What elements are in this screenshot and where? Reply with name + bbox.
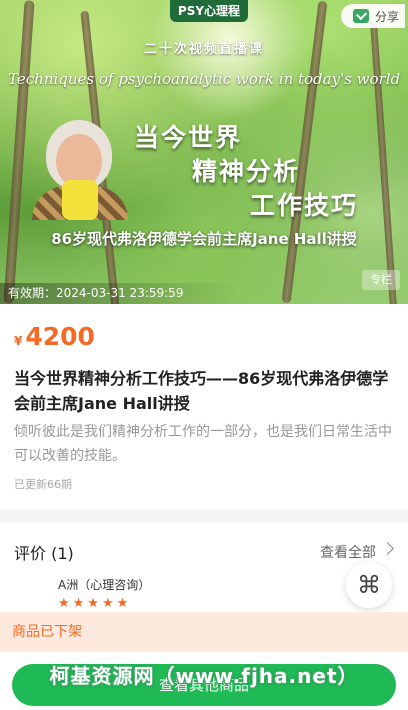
brand-tag: PSY心理程 <box>170 0 248 22</box>
column-tag: 专栏 <box>362 270 400 290</box>
share-label: 分享 <box>375 9 400 24</box>
currency-symbol: ¥ <box>14 334 23 348</box>
price: ¥4200 <box>14 322 95 351</box>
watermark-text: 柯基资源网（www.fjha.net） <box>49 664 359 688</box>
product-info-card: ¥4200 当今世界精神分析工作技巧——86岁现代弗洛伊德学会前主席Jane H… <box>0 304 408 510</box>
chevron-right-icon[interactable] <box>381 542 394 555</box>
course-title-line-1: 当今世界 <box>134 123 243 152</box>
course-english-title: Techniques of psychoanalytic work in tod… <box>8 70 401 88</box>
product-page: PSY心理程 分享 二十次视频直播课 Techniques of psychoa… <box>0 0 408 710</box>
price-value: 4200 <box>25 322 95 351</box>
course-subtitle: 二十次视频直播课 <box>143 42 264 57</box>
course-lecturer-line: 86岁现代弗洛伊德学会前主席Jane Hall讲授 <box>51 230 357 248</box>
command-icon[interactable]: ⌘ <box>346 562 392 608</box>
reviewer-name: A洲（心理咨询） <box>58 578 151 592</box>
product-title: 当今世界精神分析工作技巧——86岁现代弗洛伊德学会前主席Jane Hall讲授 <box>14 369 389 413</box>
validity-period: 有效期：2024-03-31 23:59:59 <box>0 283 240 304</box>
share-button[interactable]: 分享 <box>341 4 405 28</box>
wechat-share-icon <box>353 9 369 23</box>
course-title-line-2: 精神分析 <box>192 157 301 186</box>
reviews-title: 评价 (1) <box>14 544 74 563</box>
tree-trunk <box>369 20 398 304</box>
view-all-reviews-link[interactable]: 查看全部 <box>320 542 376 562</box>
off-shelf-notice: 商品已下架 <box>0 612 408 652</box>
review-rating-stars: ★★★★★ <box>58 596 132 611</box>
product-description: 倾听彼此是我们精神分析工作的一部分，也是我们日常生活中可以改善的技能。 <box>14 424 392 464</box>
speaker-photo <box>32 120 128 220</box>
update-count: 已更新66期 <box>14 478 72 491</box>
course-title-line-3: 工作技巧 <box>250 191 359 220</box>
course-banner: PSY心理程 分享 二十次视频直播课 Techniques of psychoa… <box>0 0 408 304</box>
